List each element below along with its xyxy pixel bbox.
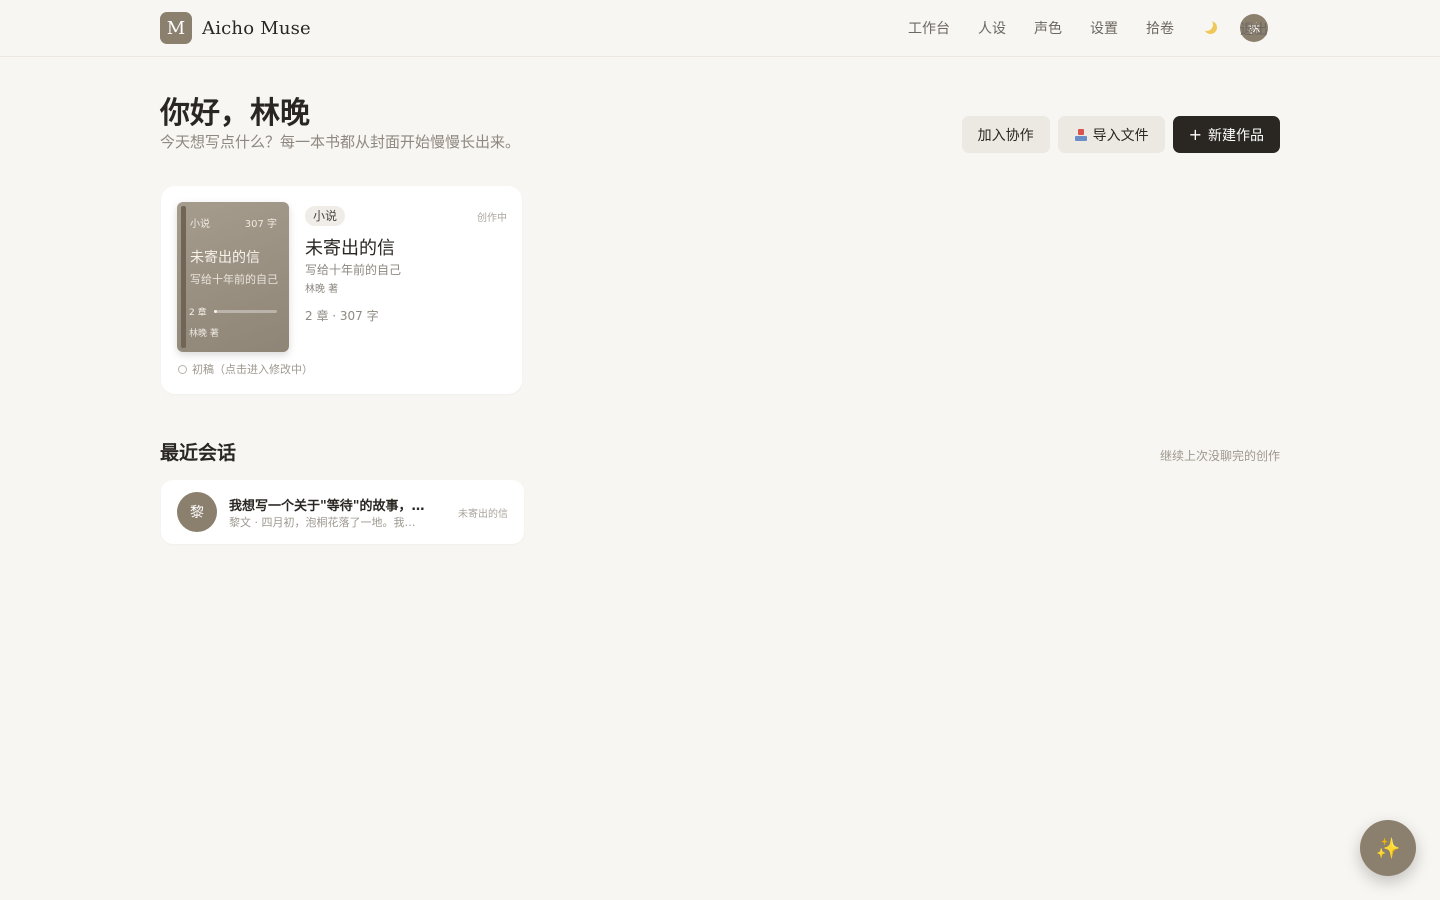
cover-subtitle: 写给十年前的自己 (190, 273, 278, 286)
genre-tag: 小说 (305, 206, 346, 226)
new-work-button[interactable]: + 新建作品 (1172, 116, 1280, 153)
cover-spine (181, 206, 186, 348)
new-work-label: 新建作品 (1208, 127, 1264, 144)
ai-assistant-button[interactable]: ✨ (1360, 820, 1416, 876)
book-author: 林晚 著 (305, 284, 339, 295)
import-file-label: 导入文件 (1092, 127, 1149, 144)
conversation-title: 我想写一个关于"等待"的故事，… (229, 499, 425, 514)
conversation-avatar: 黎 (177, 492, 217, 532)
book-stats: 2 章 · 307 字 (305, 309, 379, 323)
nav-item-workbench[interactable]: 工作台 (908, 18, 950, 38)
status-badge: 创作中 (477, 213, 507, 224)
join-collab-button[interactable]: 加入协作 (961, 116, 1050, 153)
import-file-button[interactable]: 导入文件 (1057, 116, 1165, 153)
conversation-item[interactable]: 黎 我想写一个关于"等待"的故事，… 黎文 · 四月初，泡桐花落了一地。我… 未… (161, 480, 524, 544)
nav-item-voices[interactable]: 声色 (1034, 18, 1062, 38)
nav-item-collection[interactable]: 拾卷 (1146, 18, 1174, 38)
book-subtitle: 写给十年前的自己 (305, 263, 402, 277)
draft-status-label: 初稿（点击进入修改中） (192, 363, 313, 376)
cover-progress-fill (214, 310, 218, 313)
conversation-book: 未寄出的信 (458, 509, 508, 520)
cover-title: 未寄出的信 (190, 250, 260, 266)
greeting-subtitle: 今天想写点什么？每一本书都从封面开始慢慢长出来。 (160, 133, 521, 151)
action-buttons: 加入协作 导入文件 + 新建作品 (961, 116, 1280, 153)
nav-item-personas[interactable]: 人设 (978, 18, 1006, 38)
brand-name: Aicho Muse (202, 17, 311, 39)
brand[interactable]: M Aicho Muse (160, 12, 311, 44)
brand-logo: M (160, 12, 192, 44)
inbox-tray-icon (1074, 128, 1088, 142)
cover-word-count: 307 字 (244, 219, 277, 230)
logout-link[interactable]: 退出 (1240, 19, 1268, 39)
book-title[interactable]: 未寄出的信 (305, 234, 395, 260)
plus-icon: + (1188, 124, 1202, 144)
circle-icon (178, 364, 187, 374)
cover-chapters: 2 章 (189, 308, 207, 318)
sparkle-icon: ✨ (1375, 836, 1401, 860)
conversation-preview: 黎文 · 四月初，泡桐花落了一地。我… (229, 516, 416, 529)
recent-conversations-title: 最近会话 (160, 442, 237, 464)
moon-icon[interactable] (1200, 18, 1218, 35)
cover-author: 林晚 著 (189, 329, 219, 339)
cover-genre: 小说 (190, 219, 210, 230)
greeting-title: 你好，林晚 (160, 96, 310, 131)
book-card[interactable]: 小说 307 字 未寄出的信 写给十年前的自己 2 章 林晚 著 初稿（点击进入… (161, 186, 522, 394)
draft-status[interactable]: 初稿（点击进入修改中） (178, 361, 313, 377)
join-collab-label: 加入协作 (977, 127, 1034, 144)
continue-chat-link[interactable]: 继续上次没聊完的创作 (1160, 447, 1280, 464)
main-nav: 工作台 人设 声色 设置 拾卷 林 (908, 14, 1268, 42)
cover-progress-bar (214, 310, 277, 313)
top-bar: M Aicho Muse 工作台 人设 声色 设置 拾卷 林 退出 (0, 0, 1440, 57)
nav-item-settings[interactable]: 设置 (1090, 18, 1118, 38)
book-cover[interactable]: 小说 307 字 未寄出的信 写给十年前的自己 2 章 林晚 著 (177, 202, 289, 352)
